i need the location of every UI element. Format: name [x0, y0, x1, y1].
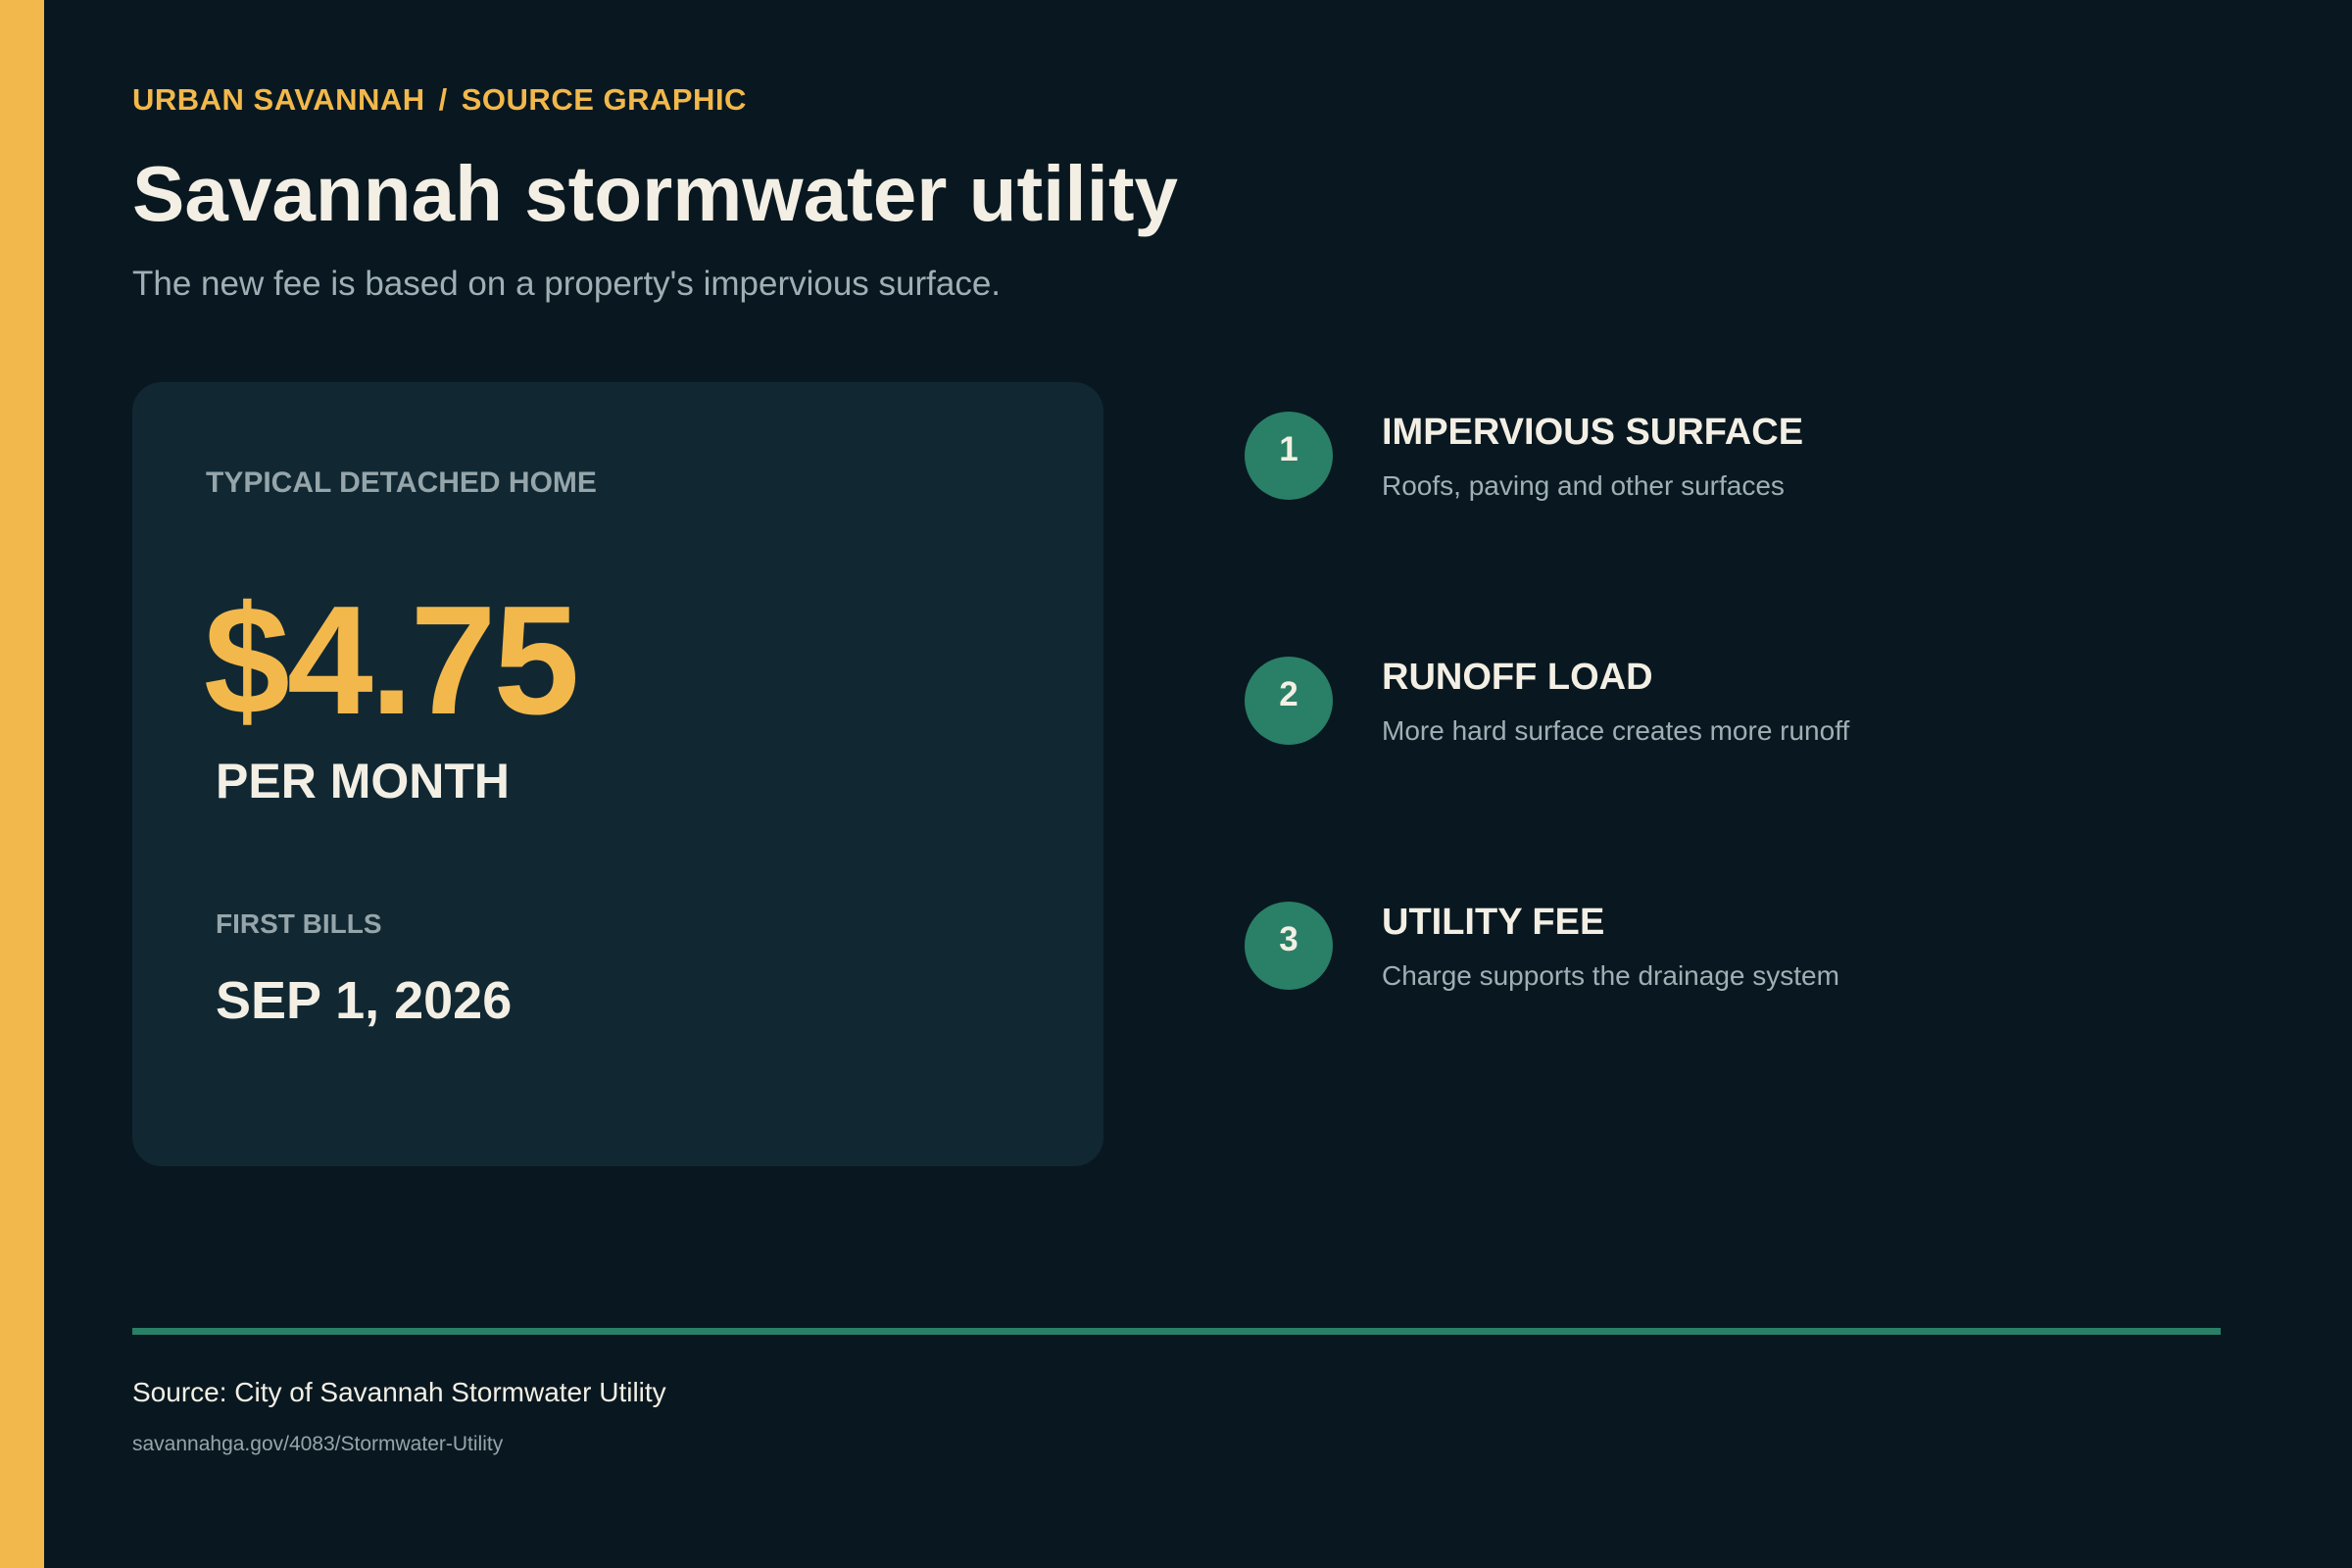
step-title: RUNOFF LOAD — [1382, 657, 1653, 698]
fee-unit: PER MONTH — [216, 754, 510, 808]
kicker: URBAN SAVANNAH / SOURCE GRAPHIC — [132, 82, 747, 118]
source-credit: Source: City of Savannah Stormwater Util… — [132, 1377, 666, 1407]
first-bills-date: SEP 1, 2026 — [216, 971, 513, 1030]
step-impervious-surface: 1 IMPERVIOUS SURFACE Roofs, paving and o… — [1245, 412, 2225, 510]
accent-bar — [0, 0, 44, 1568]
step-number-badge: 3 — [1245, 902, 1333, 990]
page-title: Savannah stormwater utility — [132, 150, 1178, 237]
kicker-separator: / — [438, 82, 448, 117]
first-bills-label: FIRST BILLS — [216, 908, 382, 939]
fee-card-label: TYPICAL DETACHED HOME — [206, 466, 597, 499]
step-runoff-load: 2 RUNOFF LOAD More hard surface creates … — [1245, 657, 2225, 755]
step-title: IMPERVIOUS SURFACE — [1382, 412, 1804, 453]
page-subtitle: The new fee is based on a property's imp… — [132, 265, 1002, 303]
step-title: UTILITY FEE — [1382, 902, 1605, 943]
step-utility-fee: 3 UTILITY FEE Charge supports the draina… — [1245, 902, 2225, 1000]
kicker-publication: URBAN SAVANNAH — [132, 82, 425, 117]
fee-amount: $4.75 — [204, 574, 579, 747]
fee-card: TYPICAL DETACHED HOME $4.75 PER MONTH FI… — [132, 382, 1103, 1166]
step-description: Charge supports the drainage system — [1382, 960, 1839, 991]
step-number-badge: 1 — [1245, 412, 1333, 500]
footer-divider — [132, 1328, 2221, 1335]
source-url: savannahga.gov/4083/Stormwater-Utility — [132, 1433, 504, 1455]
step-description: More hard surface creates more runoff — [1382, 715, 1850, 746]
step-number-badge: 2 — [1245, 657, 1333, 745]
kicker-section: SOURCE GRAPHIC — [461, 82, 747, 117]
step-description: Roofs, paving and other surfaces — [1382, 470, 1785, 501]
